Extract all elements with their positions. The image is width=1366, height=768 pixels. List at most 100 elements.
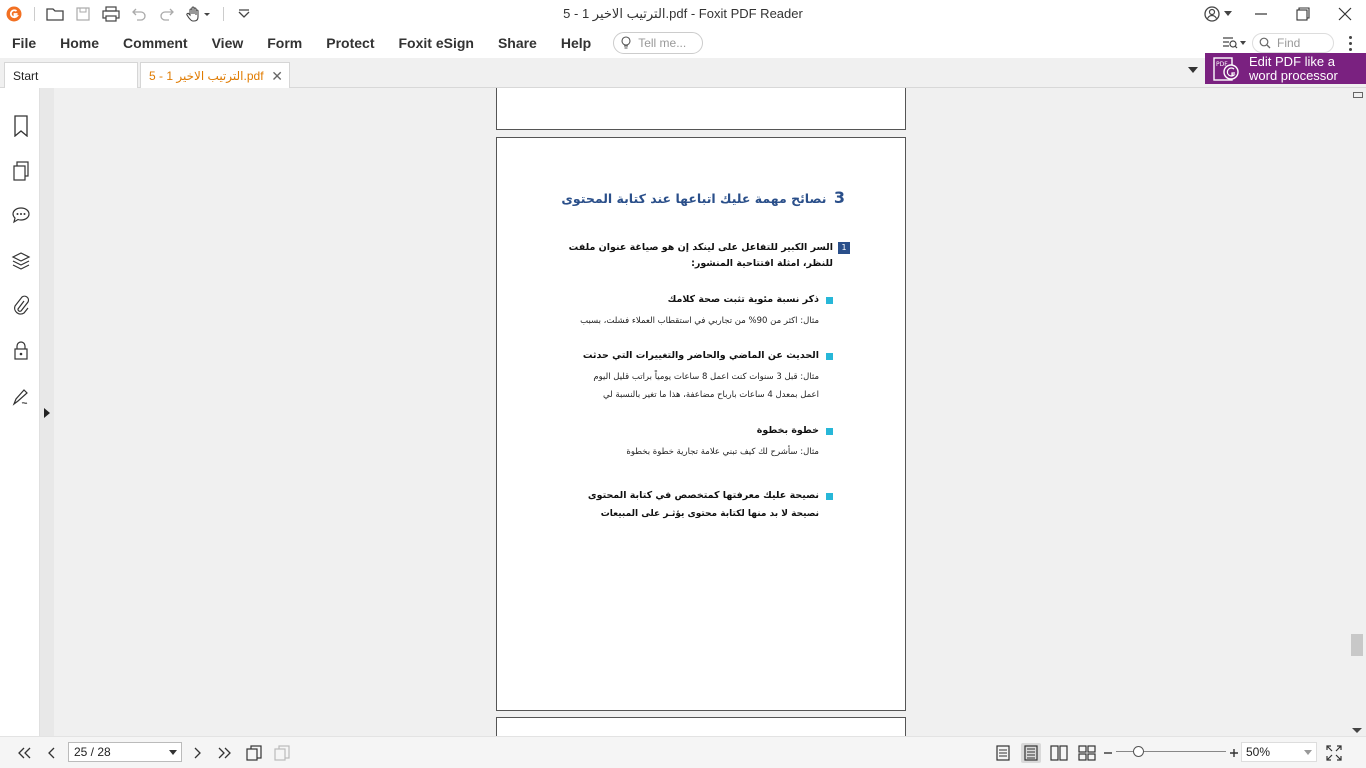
page-number-input[interactable]: 25 / 28 <box>68 742 182 762</box>
close-window-button[interactable] <box>1324 0 1366 28</box>
scrollbar-thumb[interactable] <box>1351 634 1363 656</box>
lightbulb-icon <box>621 36 631 49</box>
lead-paragraph: السر الكبير للتفاعل على لينكد إن هو صياغ… <box>533 240 833 272</box>
last-page-icon[interactable] <box>215 743 235 763</box>
close-icon <box>1338 7 1352 21</box>
expand-panel-icon[interactable] <box>44 408 50 418</box>
tip-text: اعمل بمعدل 4 ساعات بارباح مضاعفة، هذا ما… <box>603 390 819 400</box>
menu-view[interactable]: View <box>200 28 256 58</box>
search-icon <box>1259 37 1271 49</box>
continuous-view-icon[interactable] <box>1021 743 1041 763</box>
toolbar-separator <box>34 7 35 21</box>
previous-page-icon[interactable] <box>42 743 62 763</box>
chevron-down-icon[interactable] <box>1304 750 1312 755</box>
print-icon[interactable] <box>97 0 125 28</box>
menu-help[interactable]: Help <box>549 28 603 58</box>
menu-comment[interactable]: Comment <box>111 28 200 58</box>
document-viewer[interactable]: 3 نصائح مهمة عليك اتباعها عند كتابة المح… <box>54 88 1348 736</box>
page-heading: 3 نصائح مهمة عليك اتباعها عند كتابة المح… <box>537 188 845 207</box>
next-page-icon[interactable] <box>187 743 207 763</box>
tab-list-dropdown-icon[interactable] <box>1188 67 1198 73</box>
previous-view-icon[interactable] <box>244 743 264 763</box>
account-menu[interactable] <box>1204 0 1232 28</box>
menu-protect[interactable]: Protect <box>314 28 386 58</box>
minimize-icon <box>1255 13 1267 15</box>
title-bar: 5 - 1 الترتيب الاخير.pdf - Foxit PDF Rea… <box>0 0 1366 28</box>
fullscreen-icon[interactable] <box>1324 743 1344 763</box>
chevron-down-icon[interactable] <box>169 750 177 755</box>
heading-number: 3 <box>833 188 845 207</box>
menu-foxit-esign[interactable]: Foxit eSign <box>386 28 485 58</box>
facing-view-icon[interactable] <box>1049 743 1069 763</box>
pages-icon[interactable] <box>11 160 31 182</box>
bookmark-icon[interactable] <box>11 115 31 137</box>
restore-button[interactable] <box>1282 0 1324 28</box>
minimize-button[interactable] <box>1240 0 1282 28</box>
tab-start-label: Start <box>13 69 39 83</box>
lead-number-badge: 1 <box>838 242 850 254</box>
continuous-facing-view-icon[interactable] <box>1077 743 1097 763</box>
tell-me-search[interactable]: Tell me... <box>613 32 704 54</box>
menu-home[interactable]: Home <box>48 28 111 58</box>
tab-document[interactable]: 5 - 1 الترتيب الاخير.pdf ✕ <box>140 62 290 88</box>
next-page <box>496 717 906 736</box>
signature-icon[interactable] <box>11 386 31 408</box>
layers-icon[interactable] <box>11 250 31 272</box>
tab-document-label: 5 - 1 الترتيب الاخير.pdf <box>149 69 264 83</box>
navigation-panel <box>0 88 40 736</box>
bullet-square <box>826 353 833 360</box>
page-indicator: 25 / 28 <box>74 745 111 759</box>
find-area: Find <box>1222 32 1334 54</box>
vertical-scrollbar[interactable] <box>1348 88 1366 736</box>
menu-form[interactable]: Form <box>255 28 314 58</box>
next-view-icon[interactable] <box>272 743 292 763</box>
lead-line-1: السر الكبير للتفاعل على لينكد إن هو صياغ… <box>568 242 833 253</box>
menu-share[interactable]: Share <box>486 28 549 58</box>
tip-heading: خطوة بخطوة <box>756 425 819 436</box>
ribbon-menu-bar: File Home Comment View Form Protect Foxi… <box>0 28 1366 58</box>
scroll-up-icon[interactable] <box>1353 92 1363 98</box>
tip-text: نصيحة لا بد منها لكتابة محتوى يؤثـر على … <box>600 509 819 519</box>
more-options-icon[interactable] <box>1342 33 1358 53</box>
tell-me-placeholder: Tell me... <box>638 36 687 50</box>
tab-start[interactable]: Start <box>4 62 138 88</box>
open-folder-icon[interactable] <box>41 0 69 28</box>
status-bar: 25 / 28 50% <box>0 736 1366 768</box>
find-placeholder: Find <box>1277 36 1301 50</box>
toolbar-separator <box>223 7 224 21</box>
restore-icon <box>1296 7 1310 21</box>
edit-pdf-promo-banner[interactable]: PDF Edit PDF like a word processor <box>1205 53 1366 84</box>
tip-text: مثال: سأشرح لك كيف تبني علامة تجارية خطو… <box>626 447 819 457</box>
user-account-icon[interactable] <box>1204 6 1220 22</box>
foxit-logo-icon[interactable] <box>0 0 28 28</box>
menu-file[interactable]: File <box>0 28 48 58</box>
lead-line-2: للنظر، امثلة افتتاحية المنشور: <box>691 258 833 269</box>
save-icon[interactable] <box>69 0 97 28</box>
zoom-slider-thumb[interactable] <box>1132 746 1144 757</box>
first-page-icon[interactable] <box>14 743 34 763</box>
find-input[interactable]: Find <box>1252 33 1334 53</box>
zoom-level-select[interactable]: 50% <box>1241 742 1317 762</box>
bullet-square <box>826 428 833 435</box>
document-tab-bar: Start 5 - 1 الترتيب الاخير.pdf ✕ <box>0 58 1366 88</box>
scroll-down-icon[interactable] <box>1352 728 1362 733</box>
chevron-down-icon[interactable] <box>1224 11 1232 17</box>
attachments-icon[interactable] <box>11 295 31 317</box>
close-tab-icon[interactable]: ✕ <box>271 63 283 89</box>
panel-toggle[interactable] <box>40 88 54 736</box>
single-page-view-icon[interactable] <box>993 743 1013 763</box>
window-controls <box>1240 0 1366 28</box>
hand-tool-icon[interactable] <box>181 0 217 28</box>
previous-page <box>496 88 906 130</box>
tip-heading: ذكر نسبة مئوية تثبت صحة كلامك <box>667 294 819 305</box>
tip-heading: الحديث عن الماضي والحاضر والتغييرات التي… <box>582 350 819 361</box>
customize-dropdown-icon[interactable] <box>230 0 258 28</box>
promo-line-2: word processor <box>1249 67 1338 83</box>
advanced-search-icon[interactable] <box>1222 36 1246 50</box>
security-icon[interactable] <box>11 340 31 362</box>
redo-icon[interactable] <box>153 0 181 28</box>
undo-icon[interactable] <box>125 0 153 28</box>
zoom-out-icon[interactable] <box>1098 743 1118 763</box>
comments-icon[interactable] <box>11 204 31 226</box>
tip-heading: نصيحة عليك معرفتها كمتخصص في كتابة المحت… <box>587 490 819 501</box>
